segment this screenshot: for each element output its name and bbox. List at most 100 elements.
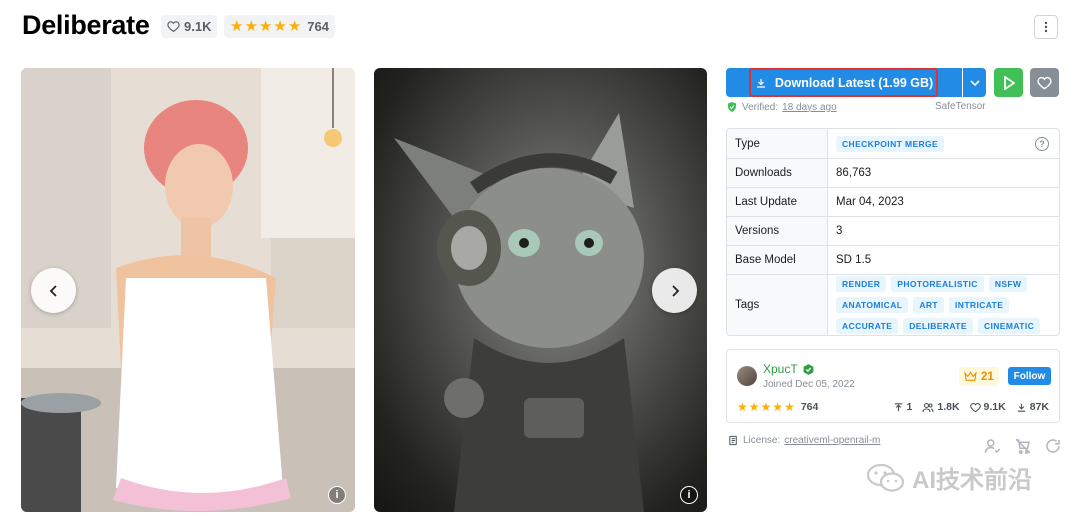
file-format: SafeTensor [935,101,986,112]
star-icon: ★ [748,400,760,414]
tag-list: RENDER PHOTOREALISTIC NSFW ANATOMICAL AR… [836,270,1051,335]
details-key: Downloads [727,159,828,187]
chevron-right-icon [671,284,679,297]
rating-count: 764 [307,19,329,34]
upload-icon [894,402,902,411]
star-icon: ★ [230,18,244,35]
tag-badge[interactable]: PHOTOREALISTIC [891,276,984,292]
dots-vertical-icon [1044,21,1048,33]
creator-name-row: XpucT [763,362,815,376]
user-check-icon[interactable] [984,437,1002,455]
download-icon [756,78,765,88]
page-title: Deliberate [22,10,150,40]
help-icon[interactable]: ? [1035,136,1049,151]
shield-check-icon [728,102,736,112]
license-icon [729,435,737,446]
star-icon: ★ [784,400,795,414]
details-value: RENDER PHOTOREALISTIC NSFW ANATOMICAL AR… [828,275,1059,335]
avatar[interactable] [737,366,757,386]
likes-count: 9.1K [184,19,212,34]
downloads-count: 87K [1029,401,1049,413]
details-key: Versions [727,217,828,245]
star-icon: ★ [287,18,302,35]
heart-icon [1037,76,1052,89]
info-icon[interactable]: i [680,486,698,504]
likes-stat: 9.1K [969,401,1006,413]
downloads-stat: 87K [1016,401,1049,413]
download-options-button[interactable] [963,68,986,97]
download-icon [1017,403,1025,412]
details-row-downloads: Downloads 86,763 [727,158,1059,187]
tag-badge[interactable]: DELIBERATE [903,318,973,334]
license-link[interactable]: creativeml-openrail-m [784,435,880,446]
rank-count: 21 [981,370,994,383]
creator-star-rating: ★ ★ ★ ★ ★ [737,401,795,413]
verified-date-link[interactable]: 18 days ago [782,102,837,113]
star-rating: ★ ★ ★ ★ ★ [230,19,301,34]
creator-card: XpucT Joined Dec 05, 2022 21 Follow ★ ★ ★ ★… [726,349,1060,423]
tag-badge[interactable]: CINEMATIC [977,318,1041,334]
tag-badge[interactable]: ART [913,297,945,313]
verified-prefix: Verified: [742,101,779,113]
details-row-versions: Versions 3 [727,216,1059,245]
type-badge: CHECKPOINT MERGE [836,135,945,152]
details-row-type: Type CHECKPOINT MERGE ? [727,129,1059,158]
run-button[interactable] [994,68,1023,97]
details-row-tags: Tags RENDER PHOTOREALISTIC NSFW ANATOMIC… [727,274,1059,335]
license-prefix: License: [743,435,781,446]
followers-stat: 1.8K [922,401,960,413]
play-icon [1003,75,1015,90]
rating-badge[interactable]: ★ ★ ★ ★ ★ 764 [224,15,335,38]
watermark: AI技术前沿 [866,460,1032,495]
star-icon: ★ [760,400,772,414]
verified-status: Verified: 18 days ago [726,101,837,113]
tag-badge[interactable]: NSFW [988,276,1028,292]
cart-off-icon[interactable] [1014,437,1032,455]
preview-image-2[interactable]: i [374,68,707,512]
download-latest-button[interactable]: Download Latest (1.99 GB) [726,68,962,97]
details-value: CHECKPOINT MERGE ? [828,129,1059,158]
uploads-stat: 1 [893,401,913,413]
favorite-button[interactable] [1030,68,1059,97]
uploads-count: 1 [906,401,913,413]
tag-badge[interactable]: ANATOMICAL [836,297,909,313]
tag-badge[interactable]: RENDER [836,276,887,292]
creator-rating-count: 764 [800,401,819,413]
details-key: Tags [727,275,828,335]
carousel-next-button[interactable] [652,268,697,313]
watermark-text: AI技术前沿 [912,467,1032,494]
creator-name-link[interactable]: XpucT [763,362,798,376]
likes-badge[interactable]: 9.1K [161,15,218,38]
details-key: Type [727,129,828,158]
tag-badge[interactable]: INTRICATE [949,297,1010,313]
license-info: License: creativeml-openrail-m [728,435,880,446]
wechat-logo-icon [866,463,905,492]
refresh-icon[interactable] [1044,437,1062,455]
download-label: Download Latest (1.99 GB) [774,75,934,90]
follow-button[interactable]: Follow [1008,367,1051,385]
creator-rank-badge: 21 [959,367,999,386]
carousel-prev-button[interactable] [31,268,76,313]
creator-stats: ★ ★ ★ ★ ★ 764 1 1.8K 9.1K 87K [737,401,1049,413]
more-options-button[interactable] [1034,15,1058,39]
model-details-table: Type CHECKPOINT MERGE ? Downloads 86,763… [726,128,1060,336]
users-icon [922,402,934,412]
heart-icon [167,21,180,33]
followers-count: 1.8K [937,401,960,413]
chevron-left-icon [49,284,57,297]
chevron-down-icon [969,79,980,86]
heart-icon [969,402,981,412]
star-icon: ★ [772,400,784,414]
info-icon[interactable]: i [328,486,346,504]
star-icon: ★ [244,18,258,35]
likes-count: 9.1K [983,401,1006,413]
details-value: 3 [836,225,843,237]
star-icon: ★ [273,18,287,35]
details-value: 86,763 [836,167,872,179]
preview-image-1[interactable]: i [21,68,355,512]
tag-badge[interactable]: ACCURATE [836,318,899,334]
details-row-last-update: Last Update Mar 04, 2023 [727,187,1059,216]
star-icon: ★ [258,18,273,35]
details-key: Base Model [727,246,828,274]
crown-icon [964,371,977,381]
